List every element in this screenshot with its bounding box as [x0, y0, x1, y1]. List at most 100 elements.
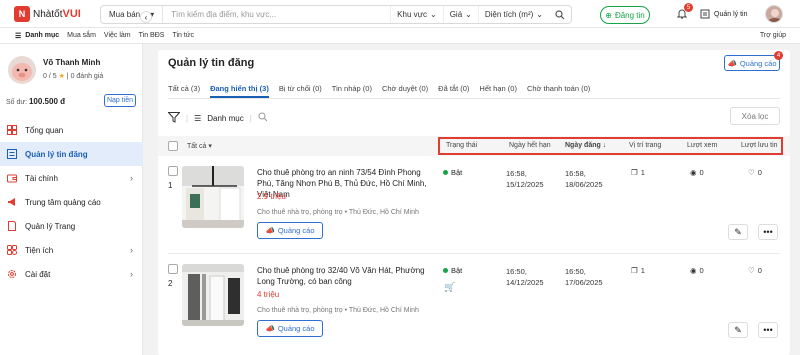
col-views[interactable]: Lượt xem: [687, 142, 717, 149]
sidebar-menu: Tổng quan Quản lý tin đăng Tài chính › T…: [0, 118, 143, 286]
status-tabs: Tất cả (3) Đang hiển thị (3) Bị từ chối …: [168, 81, 780, 99]
category-menu[interactable]: ☰ Danh mục: [15, 32, 59, 40]
col-all[interactable]: Tất cả ▾: [187, 142, 212, 150]
sidebar-item-utilities[interactable]: Tiện ích ›: [0, 238, 143, 262]
filter-toolbar: | ☰ Danh mục | Xóa lọc: [167, 107, 780, 126]
edit-button[interactable]: ✎: [728, 322, 748, 338]
col-posted[interactable]: Ngày đăng ↓: [565, 142, 606, 149]
hamburger-icon: ☰: [194, 113, 202, 123]
filter-price[interactable]: Giá ⌄: [442, 6, 478, 23]
row-checkbox[interactable]: [168, 264, 178, 274]
listing-meta: Cho thuê nhà trọ, phòng trọ • Thủ Đức, H…: [257, 209, 419, 216]
view-count: ◉ 0: [690, 266, 704, 275]
logo-mid: tốt: [51, 9, 63, 20]
status-badge[interactable]: Bật: [443, 266, 462, 275]
ad-count-badge: 4: [774, 51, 783, 60]
tab-drafts[interactable]: Tin nháp (0): [332, 81, 372, 98]
topup-button[interactable]: Nạp tiền: [104, 94, 136, 107]
sidebar-item-ad-center[interactable]: Trung tâm quảng cáo: [0, 190, 143, 214]
logo[interactable]: N NhàtốtVUI: [14, 6, 81, 22]
listing-image[interactable]: [182, 264, 244, 326]
category-filter[interactable]: Danh mục: [207, 114, 243, 123]
search-bar: Mua bán ▾ Tìm kiếm địa điểm, khu vực... K…: [100, 5, 572, 24]
edit-button[interactable]: ✎: [728, 224, 748, 240]
sidebar-item-settings[interactable]: Cài đặt ›: [0, 262, 143, 286]
tab-showing[interactable]: Đang hiển thị (3): [210, 81, 269, 98]
listing-image[interactable]: [182, 166, 244, 228]
row-index: 2: [168, 279, 173, 288]
sidebar-item-manage-listings[interactable]: Quản lý tin đăng: [0, 142, 143, 166]
category-nav: ☰ Danh mục Mua sắm Việc làm Tin BĐS Tin t…: [0, 28, 800, 44]
filter-size[interactable]: Diện tích (m²) ⌄: [477, 6, 549, 23]
top-header: N NhàtốtVUI Mua bán ▾ Tìm kiếm địa điểm, …: [0, 0, 800, 28]
clear-filter-button[interactable]: Xóa lọc: [730, 107, 780, 125]
page-position: ❐ 1: [631, 168, 645, 177]
tab-rejected[interactable]: Bị từ chối (0): [279, 81, 322, 98]
sidebar-item-overview[interactable]: Tổng quan: [0, 118, 143, 142]
post-listing-button[interactable]: ⊕ Đăng tin: [600, 6, 650, 24]
col-saves[interactable]: Lượt lưu tin: [741, 142, 778, 149]
nav-link-jobs[interactable]: Việc làm: [104, 32, 131, 39]
sidebar: Võ Thanh Minh 0 / 5 ★ | 0 đánh giá Số dư…: [0, 44, 143, 355]
status-badge[interactable]: Bật: [443, 168, 462, 177]
cart-icon[interactable]: 🛒: [444, 282, 455, 293]
listing-meta: Cho thuê nhà trọ, phòng trọ • Thủ Đức, H…: [257, 307, 419, 314]
search-icon[interactable]: [258, 112, 268, 124]
user-avatar[interactable]: [765, 5, 783, 23]
expire-datetime: 16:50, 14/12/2025: [506, 267, 544, 287]
expire-datetime: 16:58, 15/12/2025: [506, 169, 544, 189]
copy-icon: ❐: [631, 266, 638, 275]
pencil-icon: ✎: [734, 324, 742, 335]
row-checkbox[interactable]: [168, 166, 178, 176]
help-link[interactable]: Trợ giúp: [760, 32, 786, 39]
tab-all[interactable]: Tất cả (3): [168, 81, 200, 98]
view-count: ◉ 0: [690, 168, 704, 177]
document-icon: [700, 9, 710, 19]
filter-area[interactable]: Khu vực ⌄: [390, 6, 443, 23]
listing-price: 2.9 triệu: [257, 192, 286, 201]
heart-icon: ♡: [748, 168, 755, 177]
listing-title[interactable]: Cho thuê phòng trọ 32/40 Võ Văn Hát, Phư…: [257, 265, 427, 287]
plus-icon: ⊕: [605, 10, 612, 20]
nav-link-realestate-news[interactable]: Tin BĐS: [139, 32, 165, 39]
post-datetime: 16:58, 18/06/2025: [565, 169, 603, 189]
more-button[interactable]: •••: [758, 224, 778, 240]
tab-disabled[interactable]: Đã tắt (0): [438, 81, 469, 98]
megaphone-icon: 📣: [727, 58, 737, 68]
save-count: ♡ 0: [748, 168, 762, 177]
collapse-sidebar-button[interactable]: ‹: [140, 11, 152, 23]
user-rating: 0 / 5 ★ | 0 đánh giá: [43, 73, 104, 80]
pencil-icon: ✎: [734, 226, 742, 237]
row-advertise-button[interactable]: 📣 Quảng cáo: [257, 222, 323, 239]
row-advertise-button[interactable]: 📣 Quảng cáo: [257, 320, 323, 337]
search-icon[interactable]: [549, 9, 571, 20]
eye-icon: ◉: [690, 168, 697, 177]
tab-expired[interactable]: Hết hạn (0): [479, 81, 517, 98]
sidebar-item-manage-page[interactable]: Quản lý Trang: [0, 214, 143, 238]
manage-listings-link[interactable]: Quản lý tin: [700, 9, 747, 19]
select-all-checkbox[interactable]: [168, 141, 178, 151]
chevron-right-icon: ›: [130, 173, 133, 183]
search-category-select[interactable]: Mua bán ▾: [101, 6, 164, 23]
table-row: 2 Cho thuê phòng trọ 32/40 Võ Văn Hát, P…: [158, 260, 790, 355]
table-row: 1 Cho thuê phòng trọ an ninh 73/54 Đình …: [158, 162, 790, 257]
tab-awaiting-payment[interactable]: Chờ thanh toán (0): [527, 81, 590, 98]
nav-link-news[interactable]: Tin tức: [172, 32, 194, 39]
chevron-left-icon: ‹: [144, 12, 148, 22]
advertise-button[interactable]: 📣 Quảng cáo 4: [724, 51, 783, 71]
grid-icon: [6, 125, 17, 136]
tab-pending[interactable]: Chờ duyệt (0): [382, 81, 428, 98]
chevron-down-icon: ⌄: [429, 10, 437, 19]
col-expire[interactable]: Ngày hết hạn: [509, 142, 551, 149]
filter-icon[interactable]: [167, 111, 181, 125]
listing-price: 4 triệu: [257, 290, 280, 299]
more-button[interactable]: •••: [758, 322, 778, 338]
col-position: Vị trí trang: [629, 142, 662, 149]
logo-prefix: Nhà: [33, 9, 52, 20]
notification-bell[interactable]: 5: [676, 3, 693, 21]
nav-link-shopping[interactable]: Mua sắm: [67, 32, 96, 39]
balance: Số dư: 100.500 đ: [6, 97, 66, 106]
sidebar-item-finance[interactable]: Tài chính ›: [0, 166, 143, 190]
search-input[interactable]: Tìm kiếm địa điểm, khu vực...: [163, 10, 390, 19]
profile-avatar[interactable]: [8, 56, 36, 84]
